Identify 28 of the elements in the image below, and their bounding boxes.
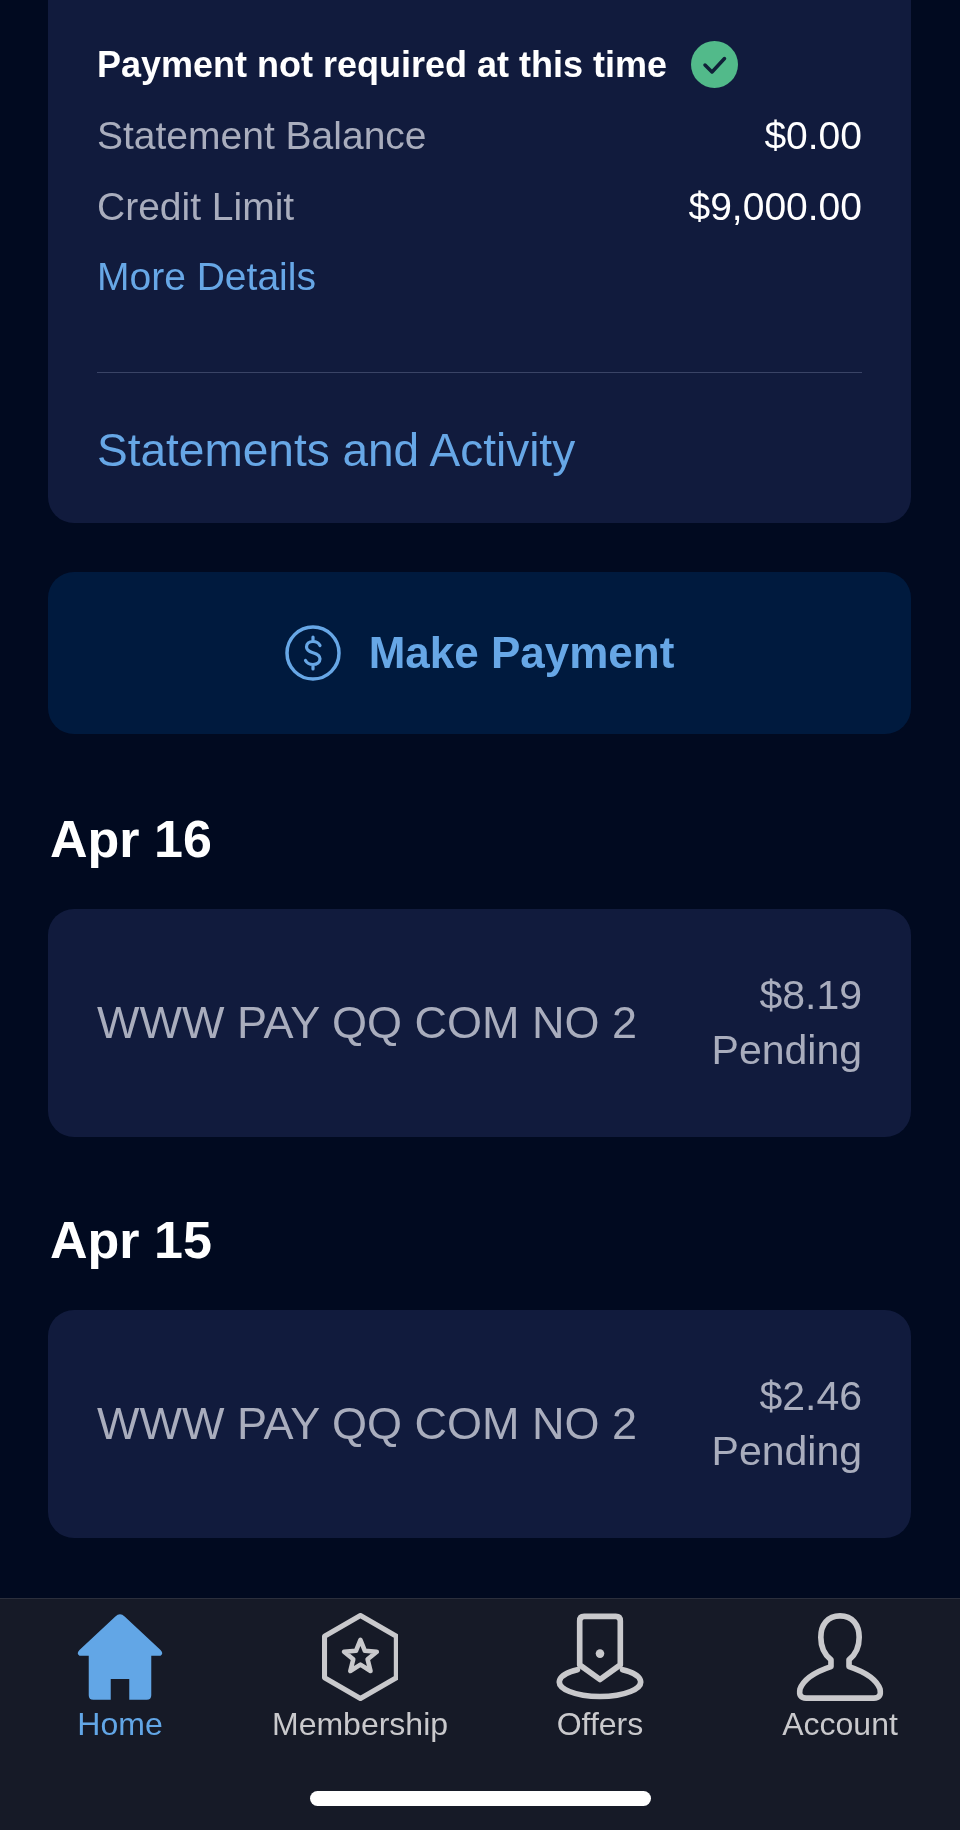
make-payment-button[interactable]: Make Payment bbox=[48, 572, 911, 734]
summary-label: Credit Limit bbox=[97, 184, 295, 229]
tab-button[interactable]: Offers bbox=[556, 1613, 644, 1744]
person-icon bbox=[796, 1613, 884, 1701]
transaction-amount: $8.19 bbox=[759, 971, 862, 1020]
date-heading: Apr 16 bbox=[50, 809, 212, 869]
transaction-status: Pending bbox=[711, 1427, 862, 1476]
tab-button[interactable]: Account bbox=[782, 1613, 898, 1744]
payment-status-text: Payment not required at this time bbox=[97, 43, 668, 86]
merchant-name: WWW PAY QQ COM NO 2 bbox=[97, 997, 637, 1049]
house-icon bbox=[76, 1613, 164, 1701]
tab-button[interactable]: Membership bbox=[271, 1613, 449, 1744]
summary-value: $0.00 bbox=[764, 113, 862, 158]
summary-value: $9,000.00 bbox=[688, 184, 862, 229]
tab-button[interactable]: Home bbox=[76, 1613, 164, 1744]
transaction-status: Pending bbox=[711, 1026, 862, 1075]
tag-ring-icon bbox=[556, 1613, 644, 1701]
dollar-circle-icon bbox=[284, 625, 341, 681]
hexagon-star-icon bbox=[321, 1613, 399, 1701]
merchant-name: WWW PAY QQ COM NO 2 bbox=[97, 1398, 637, 1450]
statements-activity-link[interactable]: Statements and Activity bbox=[97, 420, 576, 480]
transaction-card[interactable]: WWW PAY QQ COM NO 2 $2.46 Pending bbox=[48, 1310, 911, 1538]
more-details-link[interactable]: More Details bbox=[97, 254, 316, 301]
summary-label: Statement Balance bbox=[97, 113, 427, 158]
transaction-card[interactable]: WWW PAY QQ COM NO 2 $8.19 Pending bbox=[48, 909, 911, 1137]
date-heading: Apr 15 bbox=[50, 1210, 212, 1270]
transaction-amount: $2.46 bbox=[759, 1372, 862, 1421]
check-circle-icon bbox=[691, 41, 739, 88]
